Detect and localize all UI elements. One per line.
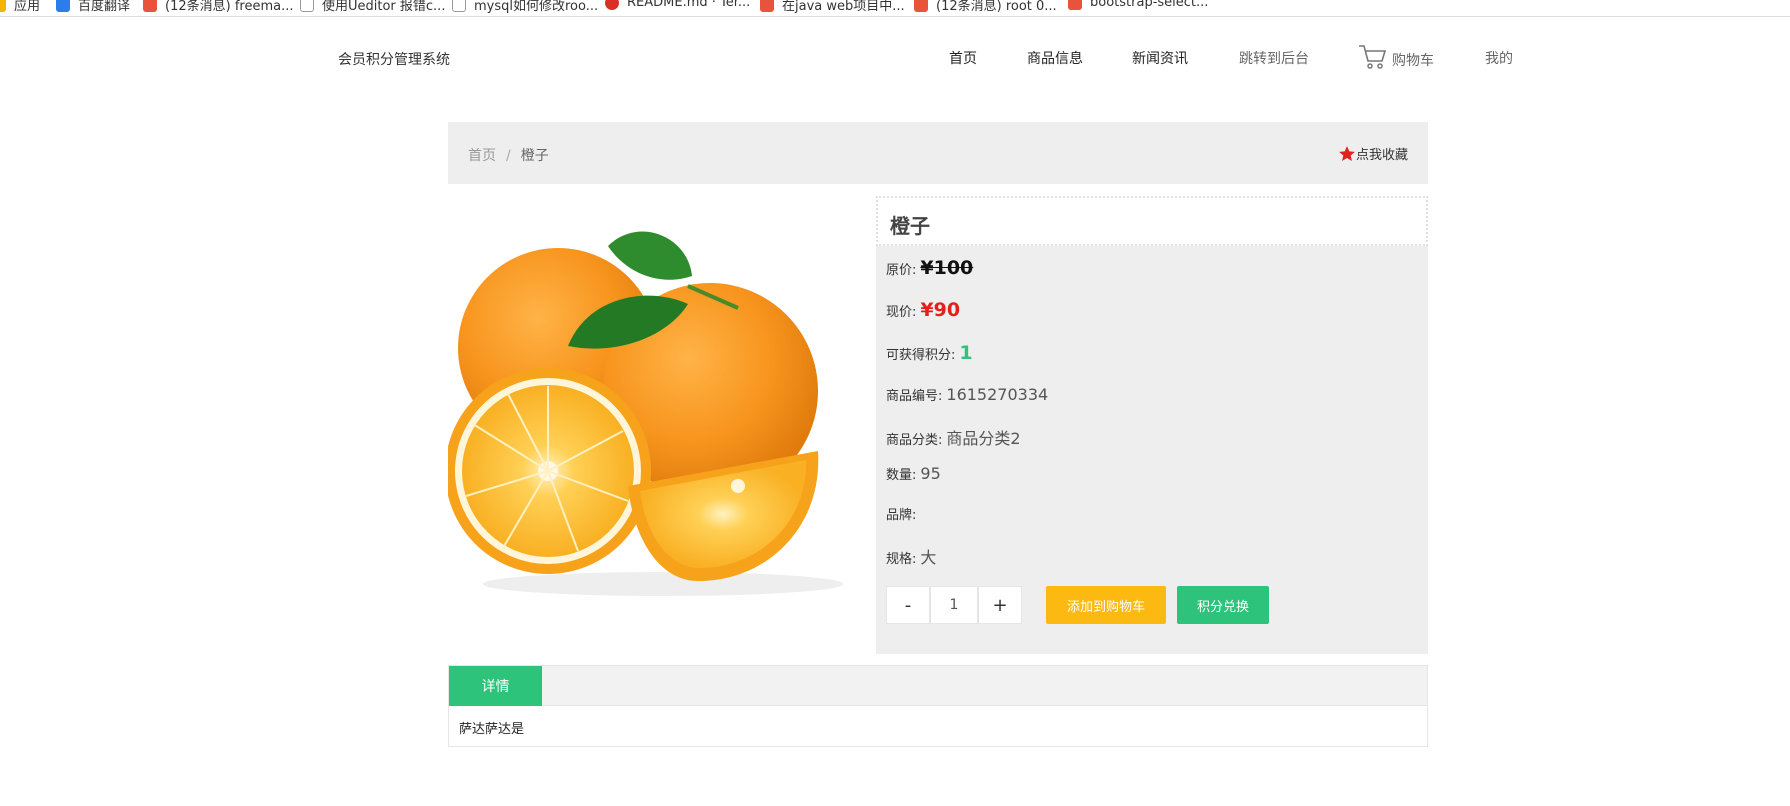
tab-header: 详情 — [449, 666, 1427, 706]
apps-icon — [0, 0, 6, 12]
category-label: 商品分类: — [886, 433, 943, 448]
csdn-icon — [143, 0, 157, 12]
spec-row: 规格: 大 — [886, 544, 936, 568]
points-exchange-button[interactable]: 积分兑换 — [1177, 586, 1269, 624]
product-title: 橙子 — [876, 196, 1428, 246]
nav-home[interactable]: 首页 — [949, 48, 977, 68]
breadcrumb-current: 橙子 — [520, 148, 549, 164]
star-icon — [1339, 145, 1355, 161]
quantity-input[interactable]: 1 — [930, 586, 978, 624]
spec-label: 规格: — [886, 552, 917, 567]
category-value: 商品分类2 — [946, 429, 1021, 448]
tab-content: 萨达萨达是 — [459, 722, 525, 737]
brand-label: 品牌: — [886, 508, 917, 523]
bookmark-item[interactable]: mysql如何修改roo... — [452, 0, 598, 14]
nav-news[interactable]: 新闻资讯 — [1132, 48, 1188, 68]
cart-icon — [1359, 45, 1387, 69]
original-price-label: 原价: — [886, 263, 917, 278]
spec-value: 大 — [920, 548, 937, 567]
quantity-stepper: - 1 + — [886, 586, 1022, 624]
bookmark-item[interactable]: (12条消息) freema... — [143, 0, 293, 14]
original-price-row: 原价: ¥100 — [886, 257, 973, 279]
csdn-icon — [760, 0, 774, 12]
site-brand[interactable]: 会员积分管理系统 — [338, 49, 450, 69]
quantity-label: 数量: — [886, 468, 917, 483]
bookmark-item[interactable]: README.md · Ter... — [605, 0, 750, 10]
breadcrumb: 首页 / 橙子 — [468, 145, 549, 165]
code-row: 商品编号: 1615270334 — [886, 385, 1048, 404]
points-row: 可获得积分: 1 — [886, 342, 973, 364]
current-price-row: 现价: ¥90 — [886, 299, 960, 321]
bookmark-item[interactable]: bootstrap-select... — [1068, 0, 1208, 10]
bookmark-item[interactable]: (12条消息) root 0... — [914, 0, 1057, 14]
brand-row: 品牌: — [886, 504, 920, 523]
csdn-icon — [914, 0, 928, 12]
bookmark-item[interactable]: 在java web项目中... — [760, 0, 905, 14]
nav-cart[interactable]: 购物车 — [1358, 44, 1434, 70]
quantity-value: 95 — [920, 464, 941, 483]
gitee-icon — [605, 0, 619, 10]
current-price-label: 现价: — [886, 305, 917, 320]
current-price: ¥90 — [920, 299, 961, 321]
code-label: 商品编号: — [886, 389, 943, 404]
cart-label: 购物车 — [1392, 53, 1434, 69]
code-value: 1615270334 — [946, 385, 1049, 404]
bookmark-apps[interactable]: 应用 — [0, 0, 40, 14]
favorite-label: 点我收藏 — [1355, 148, 1408, 163]
nav-admin[interactable]: 跳转到后台 — [1239, 48, 1309, 68]
translate-icon — [56, 0, 70, 12]
increment-button[interactable]: + — [978, 586, 1022, 624]
original-price: ¥100 — [920, 257, 974, 279]
product-info-panel: 橙子 原价: ¥100 现价: ¥90 可获得积分: 1 商品编号: 16152… — [876, 196, 1428, 654]
quantity-row: 数量: 95 — [886, 464, 941, 483]
bookmark-icon — [1068, 0, 1082, 10]
search-icon — [452, 0, 466, 12]
product-image — [445, 196, 858, 606]
bookmark-item[interactable]: 使用Ueditor 报错c... — [300, 0, 445, 14]
search-icon — [300, 0, 314, 12]
nav-mine[interactable]: 我的 — [1485, 48, 1513, 68]
favorite-button[interactable]: 点我收藏 — [1338, 144, 1408, 163]
breadcrumb-bar: 首页 / 橙子 点我收藏 — [448, 122, 1428, 184]
category-row: 商品分类: 商品分类2 — [886, 425, 1021, 449]
detail-tabs: 详情 萨达萨达是 — [448, 665, 1428, 747]
orange-fruit-image — [445, 231, 843, 596]
breadcrumb-home[interactable]: 首页 — [468, 148, 496, 164]
points-label: 可获得积分: — [886, 348, 956, 363]
add-to-cart-button[interactable]: 添加到购物车 — [1046, 586, 1166, 624]
tab-details[interactable]: 详情 — [449, 666, 542, 706]
bookmark-item[interactable]: 百度翻译 — [56, 0, 130, 14]
nav-products[interactable]: 商品信息 — [1027, 48, 1083, 68]
decrement-button[interactable]: - — [886, 586, 930, 624]
breadcrumb-separator: / — [506, 148, 511, 164]
bookmarks-bar: 应用 百度翻译 (12条消息) freema... 使用Ueditor 报错c.… — [0, 0, 1790, 17]
points-value: 1 — [959, 342, 973, 364]
